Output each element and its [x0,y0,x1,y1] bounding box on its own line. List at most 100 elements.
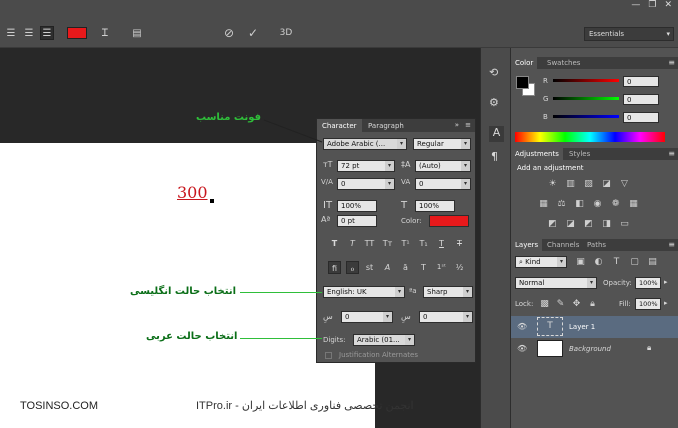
digits-select[interactable]: Arabic (01... ▾ [353,334,415,346]
cancel-icon[interactable]: ⊘ [222,26,236,40]
justification-alternates-checkbox[interactable] [325,352,332,359]
underline-icon[interactable]: T [435,237,448,250]
warp-text-icon[interactable]: Ꮖ [98,26,112,40]
panel-menu-icon[interactable]: ≡ [668,149,675,158]
eye-icon[interactable]: 👁︎ [517,322,527,331]
tracking-select[interactable]: 0 ▾ [415,178,471,190]
tab-paragraph[interactable]: Paragraph [363,119,409,132]
leading-select[interactable]: (Auto) ▾ [415,160,471,172]
layer-filter-select[interactable]: ⌕ Kind ▾ [515,256,567,268]
horizontal-scale-input[interactable]: 100% [415,200,455,212]
text-color-swatch[interactable] [67,27,87,39]
filter-adjustment-icon[interactable]: ◐ [593,257,604,267]
red-slider[interactable] [553,79,619,82]
blend-mode-select[interactable]: Normal ▾ [515,277,597,289]
lock-position-icon[interactable]: ✥ [571,299,582,309]
language-select[interactable]: English: UK ▾ [323,286,405,298]
restore-icon[interactable]: ❐ [648,0,656,14]
font-size-select[interactable]: 72 pt ▾ [337,160,395,172]
antialias-select[interactable]: Sharp ▾ [423,286,473,298]
levels-icon[interactable]: ▥ [565,179,576,189]
faux-bold-icon[interactable]: T [328,237,341,250]
font-style-select[interactable]: Regular ▾ [413,138,471,150]
hue-saturation-icon[interactable]: ▦ [538,199,549,209]
filter-type-icon[interactable]: T [611,257,622,267]
workspace-select[interactable]: Essentials ▾ [584,27,674,41]
titling-alternates-icon[interactable]: ā [399,261,412,274]
superscript-icon[interactable]: T¹ [399,237,412,250]
blue-value[interactable]: 0 [623,112,659,123]
opacity-input[interactable]: 100% [635,277,661,289]
filter-pixel-icon[interactable]: ▣ [575,257,586,267]
vertical-scale-input[interactable]: 100% [337,200,377,212]
green-slider[interactable] [553,97,619,100]
tab-layers[interactable]: Layers [511,239,543,251]
layer-row[interactable]: 👁︎ Background 🔒︎ [511,338,678,360]
fractions-icon[interactable]: ½ [453,261,466,274]
color-lookup-icon[interactable]: ▦ [628,199,639,209]
font-family-select[interactable]: Adobe Arabic (... ▾ [323,138,407,150]
all-caps-icon[interactable]: TT [363,237,376,250]
selective-color-icon[interactable]: ◨ [601,219,612,229]
text-color-swatch[interactable] [429,215,469,227]
tab-styles[interactable]: Styles [565,148,594,160]
tab-color[interactable]: Color [511,57,538,69]
red-value[interactable]: 0 [623,76,659,87]
stretch-left-select[interactable]: 0 ▾ [341,311,393,323]
exposure-icon[interactable]: ◪ [601,179,612,189]
tab-swatches[interactable]: Swatches [543,57,584,69]
close-icon[interactable]: ✕ [664,0,672,14]
subscript-icon[interactable]: T₁ [417,237,430,250]
align-center-icon[interactable]: ☰ [22,26,36,40]
ordinals-icon[interactable]: T [417,261,430,274]
panel-menu-icon[interactable]: ≡ [465,121,471,129]
history-icon[interactable]: ⟲ [489,66,498,79]
filter-shape-icon[interactable]: ▢ [629,257,640,267]
lock-transparent-icon[interactable]: ▩ [539,299,550,309]
vibrance-icon[interactable]: ▽ [619,179,630,189]
gradient-map-icon[interactable]: ▭ [619,219,630,229]
panel-menu-icon[interactable]: ≡ [668,240,675,249]
stretch-right-select[interactable]: 0 ▾ [419,311,473,323]
collapse-icon[interactable]: » [455,121,459,129]
green-value[interactable]: 0 [623,94,659,105]
ligatures-icon[interactable]: ﬁ [328,261,341,274]
color-spectrum[interactable] [515,132,665,142]
eye-icon[interactable]: 👁︎ [517,344,527,353]
ornaments-icon[interactable]: 1ˢᵗ [435,261,448,274]
baseline-shift-input[interactable]: 0 pt [337,215,377,227]
old-style-icon[interactable]: ℴ [346,261,359,274]
small-caps-icon[interactable]: Tᴛ [381,237,394,250]
kerning-select[interactable]: 0 ▾ [337,178,395,190]
strikethrough-icon[interactable]: T [453,237,466,250]
layer-row[interactable]: 👁︎ T Layer 1 [511,316,678,338]
foreground-color-swatch[interactable] [516,76,529,89]
3d-button[interactable]: 3D [276,26,296,40]
tab-paths[interactable]: Paths [583,239,610,251]
lock-pixels-icon[interactable]: ✎ [555,299,566,309]
panel-menu-icon[interactable]: ≡ [668,58,675,67]
faux-italic-icon[interactable]: T [346,237,359,250]
filter-smart-object-icon[interactable]: ▤ [647,257,658,267]
invert-icon[interactable]: ◩ [547,219,558,229]
photo-filter-icon[interactable]: ◉ [592,199,603,209]
properties-icon[interactable]: ⚙ [489,96,499,109]
chevron-right-icon[interactable]: ▸ [664,278,668,286]
toggle-panels-icon[interactable]: ▤ [130,26,144,40]
brightness-icon[interactable]: ☀ [547,179,558,189]
swash-icon[interactable]: st [363,261,376,274]
minimize-icon[interactable]: — [631,0,640,14]
chevron-right-icon[interactable]: ▸ [664,299,668,307]
fill-input[interactable]: 100% [635,298,661,310]
commit-check-icon[interactable]: ✓ [246,26,260,40]
channel-mixer-icon[interactable]: ❁ [610,199,621,209]
black-white-icon[interactable]: ◧ [574,199,585,209]
blue-slider[interactable] [553,115,619,118]
threshold-icon[interactable]: ◩ [583,219,594,229]
lock-all-icon[interactable]: 🔒︎ [587,299,598,309]
align-left-icon[interactable]: ☰ [4,26,18,40]
tab-adjustments[interactable]: Adjustments [511,148,563,160]
tab-channels[interactable]: Channels [543,239,583,251]
stylistic-alternates-icon[interactable]: A [381,261,394,274]
character-panel-icon[interactable]: A [489,126,504,142]
